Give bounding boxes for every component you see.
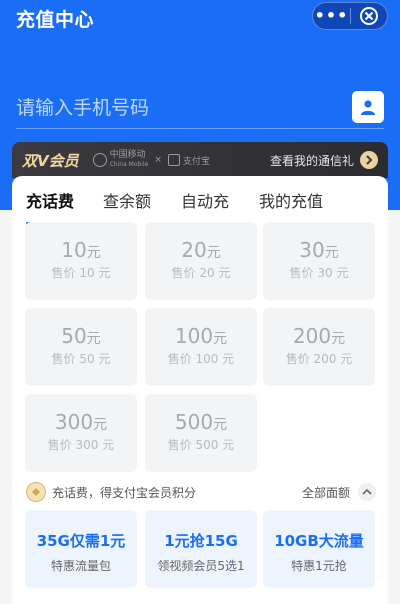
promo-title: 35G仅需1元 <box>36 532 126 550</box>
chevron-up-icon <box>362 488 372 495</box>
all-denominations-link[interactable]: 全部面额 <box>302 484 350 501</box>
alipay-points-icon <box>26 482 46 502</box>
recharge-tabs: 充话费 查余额 自动充 我的充值 <box>12 188 388 225</box>
contact-icon <box>361 100 375 115</box>
promo-subtitle: 领视频会员5选1 <box>157 559 245 573</box>
amount-value: 20元 <box>181 238 221 262</box>
china-mobile-logo-icon <box>92 153 107 167</box>
amount-option-500[interactable]: 500元 售价 500 元 <box>145 394 257 472</box>
vip-title: 双V会员 <box>22 151 79 170</box>
promo-title: 1元抢15G <box>164 532 238 550</box>
promo-card-10gb[interactable]: 10GB大流量 特惠1元抢 <box>263 510 375 588</box>
amount-option-200[interactable]: 200元 售价 200 元 <box>263 308 375 386</box>
amount-price: 售价 50 元 <box>51 352 111 366</box>
tab-recharge[interactable]: 充话费 <box>26 188 74 212</box>
close-icon <box>359 7 378 25</box>
more-button[interactable]: ••• <box>313 2 350 30</box>
amount-option-300[interactable]: 300元 售价 300 元 <box>25 394 137 472</box>
partner-china-mobile-en: China Mobile <box>109 161 149 168</box>
phone-input-underline <box>16 128 384 129</box>
vip-gift-link-label: 查看我的通信礼 <box>269 153 354 168</box>
phone-input[interactable] <box>16 92 336 124</box>
tab-auto-recharge[interactable]: 自动充 <box>181 188 229 212</box>
chevron-right-icon <box>360 151 378 169</box>
promo-title: 10GB大流量 <box>274 532 364 550</box>
points-row: 充话费，得支付宝会员积分 全部面额 <box>12 482 388 502</box>
tab-my-recharges[interactable]: 我的充值 <box>259 188 323 212</box>
promo-subtitle: 特惠流量包 <box>50 559 111 573</box>
amount-value: 50元 <box>61 324 101 348</box>
amount-price: 售价 10 元 <box>51 266 111 280</box>
amount-price: 售价 200 元 <box>285 352 353 366</box>
promo-subtitle: 特惠1元抢 <box>291 559 347 573</box>
amount-price: 售价 20 元 <box>171 266 231 280</box>
alipay-logo-icon <box>167 154 180 166</box>
amount-price: 售价 100 元 <box>167 352 235 366</box>
vip-gift-link[interactable]: 查看我的通信礼 <box>270 151 378 169</box>
amount-value: 300元 <box>54 410 108 434</box>
tab-balance[interactable]: 查余额 <box>103 188 151 212</box>
amount-option-20[interactable]: 20元 售价 20 元 <box>145 222 257 300</box>
vip-banner[interactable]: 双V会员 中国移动 China Mobile × 支付宝 查看我的通信礼 <box>12 142 388 178</box>
points-text: 充话费，得支付宝会员积分 <box>52 486 197 500</box>
amount-value: 30元 <box>299 238 339 262</box>
collapse-button[interactable] <box>358 483 376 501</box>
amount-option-10[interactable]: 10元 售价 10 元 <box>25 222 137 300</box>
amount-option-50[interactable]: 50元 售价 50 元 <box>25 308 137 386</box>
promo-card-15g[interactable]: 1元抢15G 领视频会员5选1 <box>145 510 257 588</box>
partner-china-mobile: 中国移动 <box>109 150 146 160</box>
amount-price: 售价 300 元 <box>47 438 115 452</box>
mini-program-capsule: ••• <box>312 2 388 30</box>
amount-value: 100元 <box>174 324 228 348</box>
vip-partners: 中国移动 China Mobile × 支付宝 <box>92 150 210 169</box>
contact-picker-button[interactable] <box>352 91 384 123</box>
amount-option-30[interactable]: 30元 售价 30 元 <box>263 222 375 300</box>
amount-price: 售价 30 元 <box>289 266 349 280</box>
amount-value: 500元 <box>174 410 228 434</box>
amount-value: 200元 <box>292 324 346 348</box>
partner-cross: × <box>154 155 162 165</box>
amount-value: 10元 <box>61 238 101 262</box>
page-title: 充值中心 <box>16 9 95 31</box>
amount-option-100[interactable]: 100元 售价 100 元 <box>145 308 257 386</box>
amount-price: 售价 500 元 <box>167 438 235 452</box>
close-button[interactable] <box>351 6 387 26</box>
partner-alipay: 支付宝 <box>182 156 210 167</box>
promo-card-35g[interactable]: 35G仅需1元 特惠流量包 <box>25 510 137 588</box>
